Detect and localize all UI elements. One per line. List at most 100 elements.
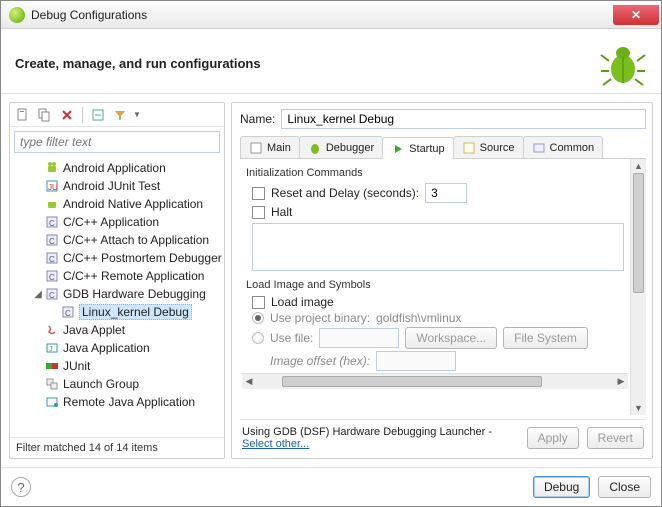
expand-toggle[interactable]: ◢: [32, 289, 44, 300]
filesystem-button: File System: [503, 327, 588, 349]
window-title: Debug Configurations: [31, 8, 613, 22]
name-input[interactable]: [281, 109, 646, 129]
tree-item[interactable]: Launch Group: [14, 375, 224, 393]
junit-icon: [44, 358, 60, 374]
scroll-up-icon[interactable]: ▲: [631, 159, 646, 173]
filter-input[interactable]: [14, 131, 220, 153]
revert-button[interactable]: Revert: [587, 427, 644, 449]
scroll-thumb[interactable]: [633, 173, 644, 293]
tree-item[interactable]: JJava Application: [14, 339, 224, 357]
c-remote-icon: C: [44, 268, 60, 284]
init-commands-group-label: Initialization Commands: [246, 167, 628, 179]
startup-scrollarea: Initialization Commands Reset and Delay …: [240, 159, 630, 415]
apply-button[interactable]: Apply: [527, 427, 579, 449]
workspace-button: Workspace...: [405, 327, 497, 349]
image-offset-input: [376, 351, 456, 371]
debug-bug-icon: [599, 39, 647, 87]
debugger-tab-icon: [308, 141, 322, 155]
svg-text:C: C: [65, 309, 71, 318]
tabs: Main Debugger Startup Source Common: [240, 135, 646, 159]
launcher-row: Using GDB (DSF) Hardware Debugging Launc…: [240, 419, 646, 452]
help-button[interactable]: ?: [11, 477, 31, 497]
tab-debugger[interactable]: Debugger: [299, 136, 383, 158]
c-app-icon: C: [44, 214, 60, 230]
scroll-right-icon[interactable]: ▶: [614, 374, 628, 389]
config-editor-panel: Name: Main Debugger Startup Source Commo…: [231, 102, 653, 459]
window-close-button[interactable]: ✕: [613, 5, 659, 25]
halt-label: Halt: [271, 205, 292, 219]
launcher-text: Using GDB (DSF) Hardware Debugging Launc…: [242, 426, 519, 450]
use-file-label: Use file:: [270, 331, 313, 345]
c-hardware-icon: C: [44, 286, 60, 302]
tree-item[interactable]: JUnit: [14, 357, 224, 375]
tab-common[interactable]: Common: [523, 136, 604, 158]
debug-button[interactable]: Debug: [533, 476, 590, 498]
tree-item[interactable]: Remote Java Application: [14, 393, 224, 411]
load-image-group-label: Load Image and Symbols: [246, 279, 628, 291]
java-app-icon: J: [44, 340, 60, 356]
header: Create, manage, and run configurations: [1, 29, 661, 94]
tab-startup[interactable]: Startup: [382, 137, 453, 159]
page-title: Create, manage, and run configurations: [15, 56, 599, 71]
tree-item-gdb-hardware[interactable]: ◢CGDB Hardware Debugging: [14, 285, 224, 303]
duplicate-config-button[interactable]: [36, 106, 54, 124]
reset-delay-label: Reset and Delay (seconds):: [271, 186, 419, 200]
svg-text:C: C: [49, 237, 55, 246]
tree-item[interactable]: CC/C++ Attach to Application: [14, 231, 224, 249]
vertical-scrollbar[interactable]: ▲ ▼: [630, 159, 646, 415]
select-other-link[interactable]: Select other...: [242, 438, 309, 450]
app-icon: [9, 7, 25, 23]
load-image-checkbox[interactable]: [252, 296, 265, 309]
tree-item[interactable]: Java Applet: [14, 321, 224, 339]
tree-item[interactable]: Android Application: [14, 159, 224, 177]
remote-java-icon: [44, 394, 60, 410]
filter-menu-button[interactable]: [111, 106, 129, 124]
main-tab-icon: [249, 141, 263, 155]
filter-box: [14, 131, 220, 153]
java-applet-icon: [44, 322, 60, 338]
tree-toolbar: ▼: [10, 103, 224, 127]
reset-delay-input[interactable]: [425, 183, 467, 203]
tab-source[interactable]: Source: [453, 136, 524, 158]
dialog-window: Debug Configurations ✕ Create, manage, a…: [0, 0, 662, 507]
tree-item[interactable]: CC/C++ Remote Application: [14, 267, 224, 285]
reset-delay-checkbox[interactable]: [252, 187, 265, 200]
name-row: Name:: [240, 109, 646, 129]
delete-config-button[interactable]: [58, 106, 76, 124]
use-project-binary-value: goldfish\vmlinux: [376, 311, 461, 325]
collapse-all-button[interactable]: [89, 106, 107, 124]
titlebar: Debug Configurations ✕: [1, 1, 661, 29]
svg-text:C: C: [49, 273, 55, 282]
image-offset-label: Image offset (hex):: [270, 354, 370, 368]
tab-content: Initialization Commands Reset and Delay …: [240, 159, 646, 415]
use-project-binary-label: Use project binary:: [270, 311, 370, 325]
scroll-thumb[interactable]: [282, 376, 542, 387]
tree-item[interactable]: Android Native Application: [14, 195, 224, 213]
config-tree-panel: ▼ Android Application JUAndroid JUnit Te…: [9, 102, 225, 459]
tab-main[interactable]: Main: [240, 136, 300, 158]
config-tree[interactable]: Android Application JUAndroid JUnit Test…: [10, 157, 224, 437]
horizontal-scrollbar[interactable]: ◀ ▶: [242, 373, 628, 389]
use-project-binary-radio: [252, 312, 264, 324]
scroll-left-icon[interactable]: ◀: [242, 374, 256, 389]
tree-item-linux-kernel-debug[interactable]: CLinux_kernel Debug: [14, 303, 224, 321]
use-file-radio: [252, 332, 264, 344]
tree-item[interactable]: CC/C++ Application: [14, 213, 224, 231]
android-icon: [44, 160, 60, 176]
android-native-icon: [44, 196, 60, 212]
tree-item[interactable]: JUAndroid JUnit Test: [14, 177, 224, 195]
close-button[interactable]: Close: [598, 476, 651, 498]
init-commands-textarea[interactable]: [252, 223, 624, 271]
scroll-down-icon[interactable]: ▼: [631, 401, 646, 415]
dialog-body: ▼ Android Application JUAndroid JUnit Te…: [1, 94, 661, 467]
halt-checkbox[interactable]: [252, 206, 265, 219]
startup-tab-icon: [391, 142, 405, 156]
load-image-label: Load image: [271, 295, 334, 309]
svg-text:C: C: [49, 291, 55, 300]
svg-text:J: J: [49, 346, 53, 353]
use-file-input: [319, 328, 399, 348]
svg-text:C: C: [49, 255, 55, 264]
new-config-button[interactable]: [14, 106, 32, 124]
c-postmortem-icon: C: [44, 250, 60, 266]
tree-item[interactable]: CC/C++ Postmortem Debugger: [14, 249, 224, 267]
